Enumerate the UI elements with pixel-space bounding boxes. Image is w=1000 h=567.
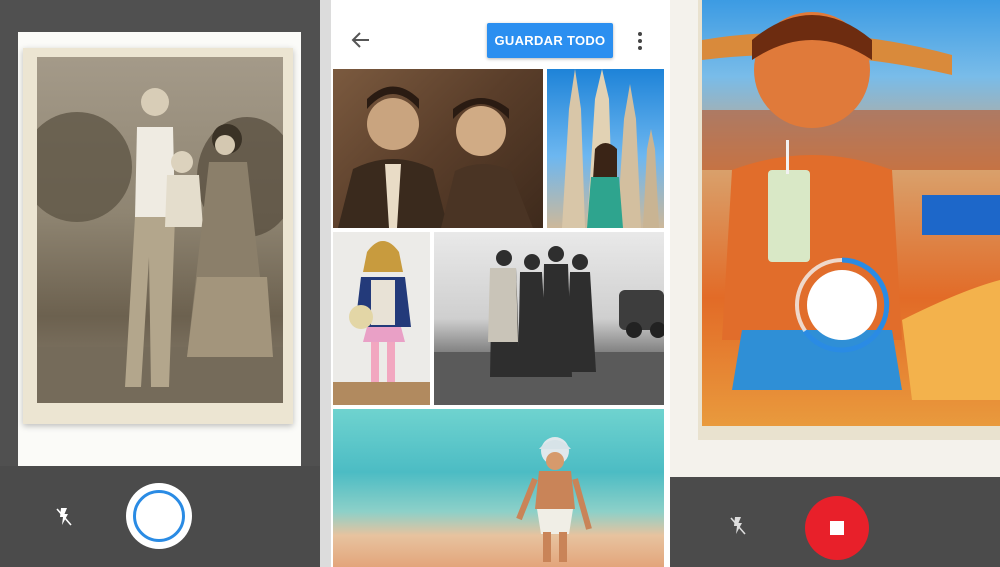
scanner-screen xyxy=(0,0,320,567)
save-all-button[interactable]: GUARDAR TODO xyxy=(487,23,613,58)
scan-target-circle-icon xyxy=(791,254,893,356)
child-drinking-photo-image xyxy=(702,0,1000,426)
family-photo-image xyxy=(37,57,283,403)
scanned-photo xyxy=(23,48,293,424)
photo-tile-sagrada[interactable] xyxy=(547,69,664,228)
results-toolbar: GUARDAR TODO xyxy=(331,0,665,68)
capture-screen xyxy=(670,0,1000,567)
flash-off-icon[interactable] xyxy=(726,514,750,538)
flash-off-icon[interactable] xyxy=(52,505,76,529)
shutter-ring-icon xyxy=(133,490,185,542)
stop-capture-button[interactable] xyxy=(805,496,869,560)
photo-tile-girl-teddy[interactable] xyxy=(333,232,430,405)
shutter-button[interactable] xyxy=(126,483,192,549)
results-screen: GUARDAR TODO xyxy=(331,0,665,567)
stop-icon xyxy=(830,521,844,535)
photo-tile-beach[interactable] xyxy=(333,409,664,567)
panel-divider xyxy=(320,0,331,567)
photo-tile-couple[interactable] xyxy=(333,69,543,228)
photo-tile-group[interactable] xyxy=(434,232,664,405)
arrow-back-icon[interactable] xyxy=(349,28,373,52)
scanned-photo xyxy=(698,0,1000,440)
more-vert-icon[interactable] xyxy=(631,28,649,54)
